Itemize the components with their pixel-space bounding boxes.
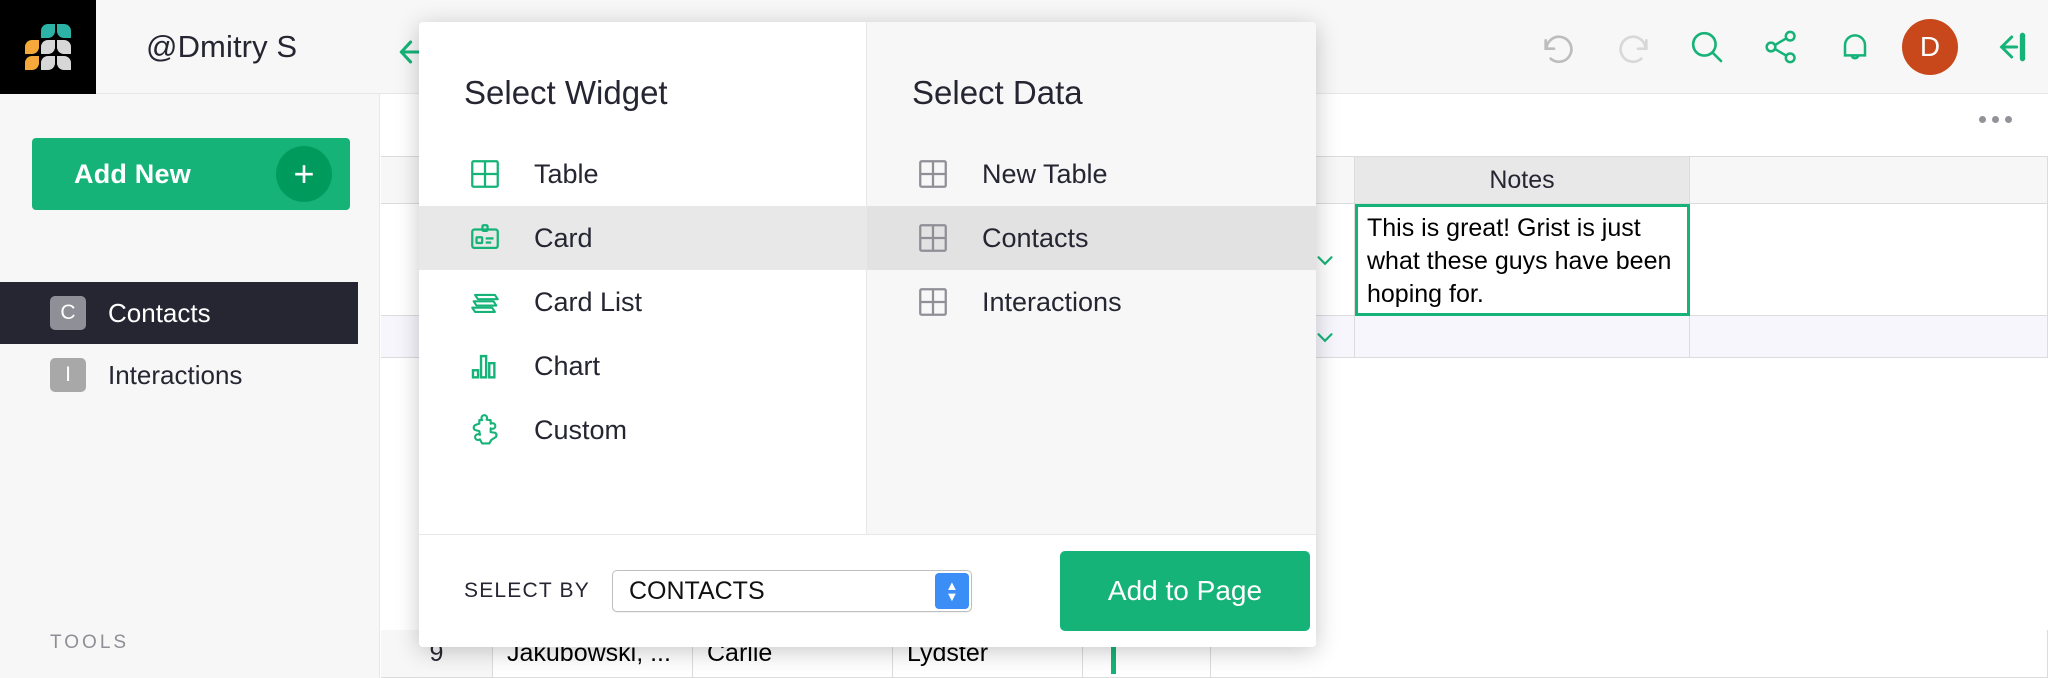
widget-option-custom[interactable]: Custom [419, 398, 866, 462]
table-icon [912, 281, 954, 323]
widget-option-label: Card List [534, 287, 642, 318]
select-widget-title: Select Widget [419, 22, 866, 142]
data-option-label: New Table [982, 159, 1108, 190]
sidebar-item-label: Contacts [108, 298, 211, 329]
select-by-dropdown[interactable]: CONTACTS ▲▼ [612, 570, 972, 612]
widget-option-card[interactable]: Card [419, 206, 866, 270]
chevron-updown-icon[interactable]: ▲▼ [935, 573, 969, 609]
redo-icon[interactable] [1596, 0, 1670, 94]
card-list-icon [464, 281, 506, 323]
top-bar-actions: D [1522, 0, 2048, 94]
cell-notes-new[interactable] [1355, 316, 1690, 358]
select-data-panel: Select Data New Table Con [867, 22, 1316, 534]
add-new-button[interactable]: Add New + [32, 138, 350, 210]
select-by-value: CONTACTS [613, 577, 765, 606]
left-sidebar: Add New + C Contacts I Interactions TOOL… [0, 94, 380, 678]
plus-icon[interactable]: + [276, 146, 332, 202]
page-badge-icon: C [50, 296, 86, 330]
widget-option-chart[interactable]: Chart [419, 334, 866, 398]
table-icon [912, 153, 954, 195]
page-badge-icon: I [50, 358, 86, 392]
data-option-interactions[interactable]: Interactions Σ [867, 270, 1316, 334]
avatar[interactable]: D [1902, 19, 1958, 75]
bell-icon[interactable] [1818, 0, 1892, 94]
table-icon [464, 153, 506, 195]
grist-logo-icon [25, 24, 71, 70]
collapse-panel-icon[interactable] [1982, 0, 2038, 94]
widget-option-label: Card [534, 223, 593, 254]
modal-footer: SELECT BY CONTACTS ▲▼ Add to Page [419, 534, 1316, 647]
sidebar-item-label: Interactions [108, 360, 242, 391]
widget-option-card-list[interactable]: Card List [419, 270, 866, 334]
select-widget-panel: Select Widget Table [419, 22, 867, 534]
search-icon[interactable] [1670, 0, 1744, 94]
sidebar-item-contacts[interactable]: C Contacts [0, 282, 358, 344]
modal-body: Select Widget Table [419, 22, 1316, 534]
data-option-new-table[interactable]: New Table [867, 142, 1316, 206]
share-icon[interactable] [1744, 0, 1818, 94]
add-new-label: Add New [32, 159, 191, 190]
add-to-page-button[interactable]: Add to Page [1060, 551, 1310, 631]
tools-section-label: TOOLS [50, 632, 129, 654]
select-data-title: Select Data [867, 22, 1316, 142]
widget-option-label: Chart [534, 351, 600, 382]
widget-option-label: Table [534, 159, 599, 190]
undo-icon[interactable] [1522, 0, 1596, 94]
cell-rest[interactable] [1211, 630, 2048, 677]
grist-logo[interactable] [0, 0, 96, 94]
data-option-contacts[interactable]: Contacts Σ [867, 206, 1316, 270]
select-by-label: SELECT BY [464, 579, 590, 603]
column-header-notes[interactable]: Notes [1355, 157, 1690, 203]
cell-notes[interactable]: This is great! Grist is just what these … [1355, 204, 1690, 316]
data-option-label: Interactions [982, 287, 1122, 318]
card-icon [464, 217, 506, 259]
widget-menu-icon[interactable] [1979, 116, 2012, 123]
document-title[interactable]: @Dmitry S [96, 29, 297, 65]
widget-option-table[interactable]: Table [419, 142, 866, 206]
app-root: @Dmitry S [0, 0, 2048, 678]
table-icon [912, 217, 954, 259]
widget-option-label: Custom [534, 415, 627, 446]
data-option-label: Contacts [982, 223, 1089, 254]
sidebar-item-interactions[interactable]: I Interactions [0, 344, 358, 406]
custom-puzzle-icon [464, 409, 506, 451]
add-widget-modal: Select Widget Table [419, 22, 1316, 647]
chart-icon [464, 345, 506, 387]
